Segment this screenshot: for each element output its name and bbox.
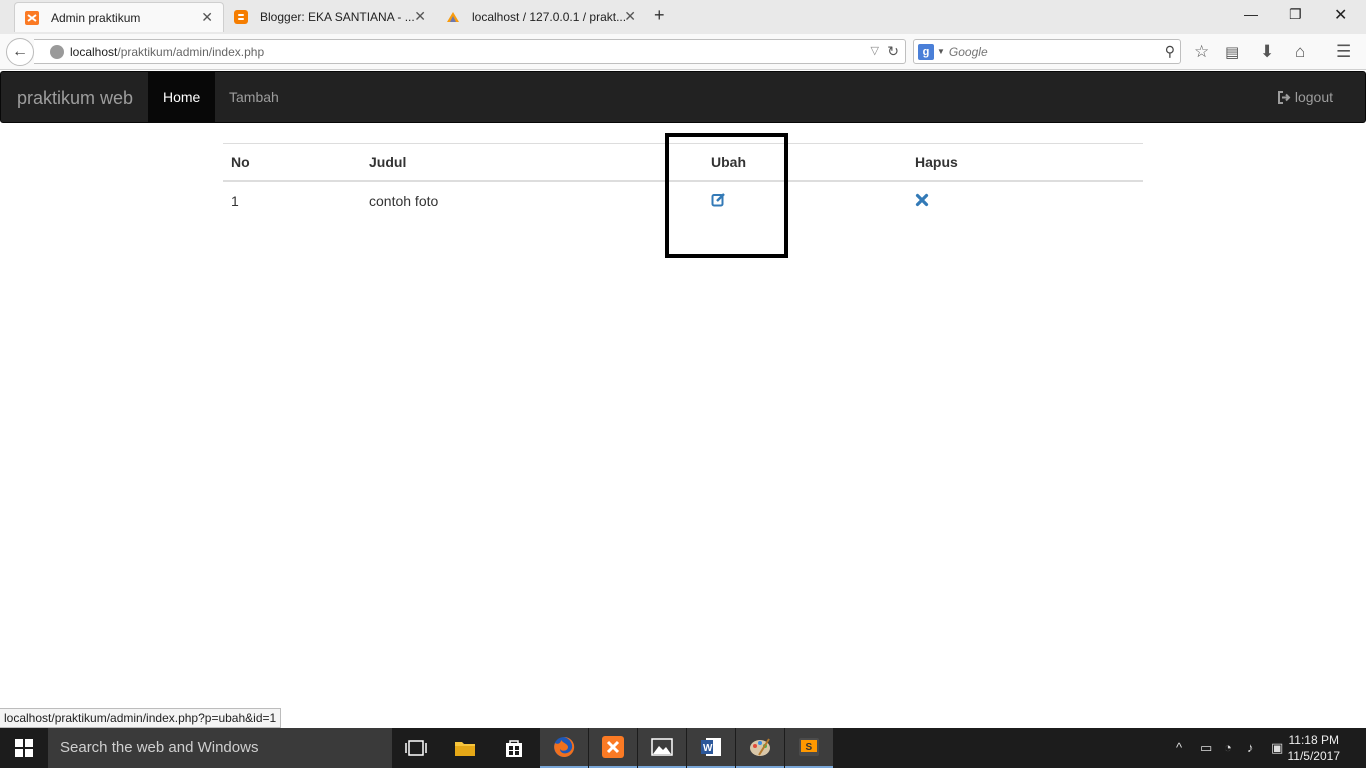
volume-icon[interactable]: ♪ xyxy=(1247,728,1254,768)
svg-text:S: S xyxy=(806,742,813,753)
show-hidden-icons-icon[interactable]: ^ xyxy=(1176,728,1182,768)
nav-home[interactable]: Home xyxy=(148,72,216,122)
history-dropdown-icon[interactable]: ▽ xyxy=(871,44,879,57)
clock-time: 11:18 PM xyxy=(1288,733,1339,747)
header-no: No xyxy=(223,143,361,182)
logout-label: logout xyxy=(1294,89,1333,105)
app-navbar: praktikum web Home Tambah logout xyxy=(0,71,1366,123)
notifications-icon[interactable]: ▣ xyxy=(1271,728,1283,768)
photos-icon[interactable] xyxy=(638,728,686,768)
url-host: localhost xyxy=(70,44,118,59)
nav-tambah[interactable]: Tambah xyxy=(214,72,294,122)
cell-judul: contoh foto xyxy=(369,193,439,209)
close-tab-icon[interactable]: ✕ xyxy=(624,8,636,25)
search-input[interactable] xyxy=(948,44,1165,59)
windows-logo-icon xyxy=(15,739,33,757)
browser-toolbar: localhost/praktikum/admin/index.php ▽ ↻ … xyxy=(0,34,1366,70)
tab-admin-praktikum[interactable]: Admin praktikum ✕ xyxy=(14,2,224,32)
sublime-text-icon[interactable]: S xyxy=(785,728,833,768)
firefox-icon[interactable] xyxy=(540,728,588,768)
link-status-bar: localhost/praktikum/admin/index.php?p=ub… xyxy=(0,708,282,728)
table-header-row: No Judul Ubah Hapus xyxy=(223,143,1143,182)
search-bar[interactable]: g ▼ ⚲ xyxy=(913,39,1181,64)
system-clock[interactable]: 11:18 PM 11/5/2017 xyxy=(1288,732,1341,764)
logout-link[interactable]: logout xyxy=(1277,72,1333,122)
bookmark-star-icon[interactable]: ☆ xyxy=(1194,42,1209,62)
xampp-taskbar-icon[interactable] xyxy=(589,728,637,768)
header-ubah: Ubah xyxy=(703,143,907,182)
brand-link[interactable]: praktikum web xyxy=(17,88,133,109)
cell-hapus xyxy=(907,181,1143,220)
header-hapus: Hapus xyxy=(907,143,1143,182)
delete-icon[interactable] xyxy=(915,193,929,207)
search-engine-dropdown-icon[interactable]: ▼ xyxy=(937,47,945,56)
task-view-icon[interactable] xyxy=(392,728,440,768)
browser-tab-bar: Admin praktikum ✕ Blogger: EKA SANTIANA … xyxy=(0,0,1366,34)
xampp-icon xyxy=(25,11,39,25)
close-window-icon[interactable]: ✕ xyxy=(1334,5,1347,25)
tab-phpmyadmin[interactable]: localhost / 127.0.0.1 / prakt... ✕ xyxy=(436,2,646,32)
clock-date: 11/5/2017 xyxy=(1287,749,1341,763)
tab-label: localhost / 127.0.0.1 / prakt... xyxy=(472,10,627,24)
posts-table-container: No Judul Ubah Hapus 1 contoh foto xyxy=(223,143,1143,220)
taskbar-search[interactable]: Search the web and Windows xyxy=(48,728,392,768)
close-tab-icon[interactable]: ✕ xyxy=(414,8,426,25)
wifi-icon[interactable]: ◔ xyxy=(1224,728,1232,768)
tab-label: Blogger: EKA SANTIANA - ... xyxy=(260,10,415,24)
back-arrow-icon: ← xyxy=(12,43,28,60)
home-icon[interactable]: ⌂ xyxy=(1295,42,1305,62)
start-button[interactable] xyxy=(0,728,48,768)
windows-taskbar: Search the web and Windows W S ^ ▭ ◔ ♪ ▣… xyxy=(0,728,1366,768)
url-path: /praktikum/admin/index.php xyxy=(117,44,265,59)
close-tab-icon[interactable]: ✕ xyxy=(201,9,213,26)
downloads-icon[interactable]: ⬇ xyxy=(1260,42,1274,62)
cell-ubah xyxy=(703,181,907,220)
tab-blogger[interactable]: Blogger: EKA SANTIANA - ... ✕ xyxy=(224,2,436,32)
google-icon: g xyxy=(918,43,934,60)
logout-icon xyxy=(1277,90,1291,104)
menu-icon[interactable]: ☰ xyxy=(1336,42,1351,62)
cell-no: 1 xyxy=(231,193,239,209)
paint-icon[interactable] xyxy=(736,728,784,768)
header-judul: Judul xyxy=(361,143,703,182)
new-tab-icon[interactable]: + xyxy=(654,5,665,26)
globe-icon xyxy=(50,44,64,59)
posts-table: No Judul Ubah Hapus 1 contoh foto xyxy=(223,143,1143,220)
reading-list-icon[interactable]: ▤ xyxy=(1225,43,1239,61)
restore-icon[interactable]: ❐ xyxy=(1289,6,1302,23)
svg-text:W: W xyxy=(703,743,713,754)
search-icon[interactable]: ⚲ xyxy=(1165,43,1175,60)
address-bar[interactable]: localhost/praktikum/admin/index.php ▽ ↻ xyxy=(34,39,906,64)
reload-icon[interactable]: ↻ xyxy=(887,43,899,60)
file-explorer-icon[interactable] xyxy=(441,728,489,768)
store-icon[interactable] xyxy=(490,728,538,768)
table-row: 1 contoh foto xyxy=(223,181,1143,220)
back-button[interactable]: ← xyxy=(6,38,34,66)
phpmyadmin-icon xyxy=(447,12,459,22)
edit-icon[interactable] xyxy=(711,192,726,207)
tab-label: Admin praktikum xyxy=(51,10,141,25)
word-icon[interactable]: W xyxy=(687,728,735,768)
minimize-icon[interactable]: — xyxy=(1244,6,1258,22)
battery-icon[interactable]: ▭ xyxy=(1200,728,1212,768)
blogger-icon xyxy=(234,10,248,24)
